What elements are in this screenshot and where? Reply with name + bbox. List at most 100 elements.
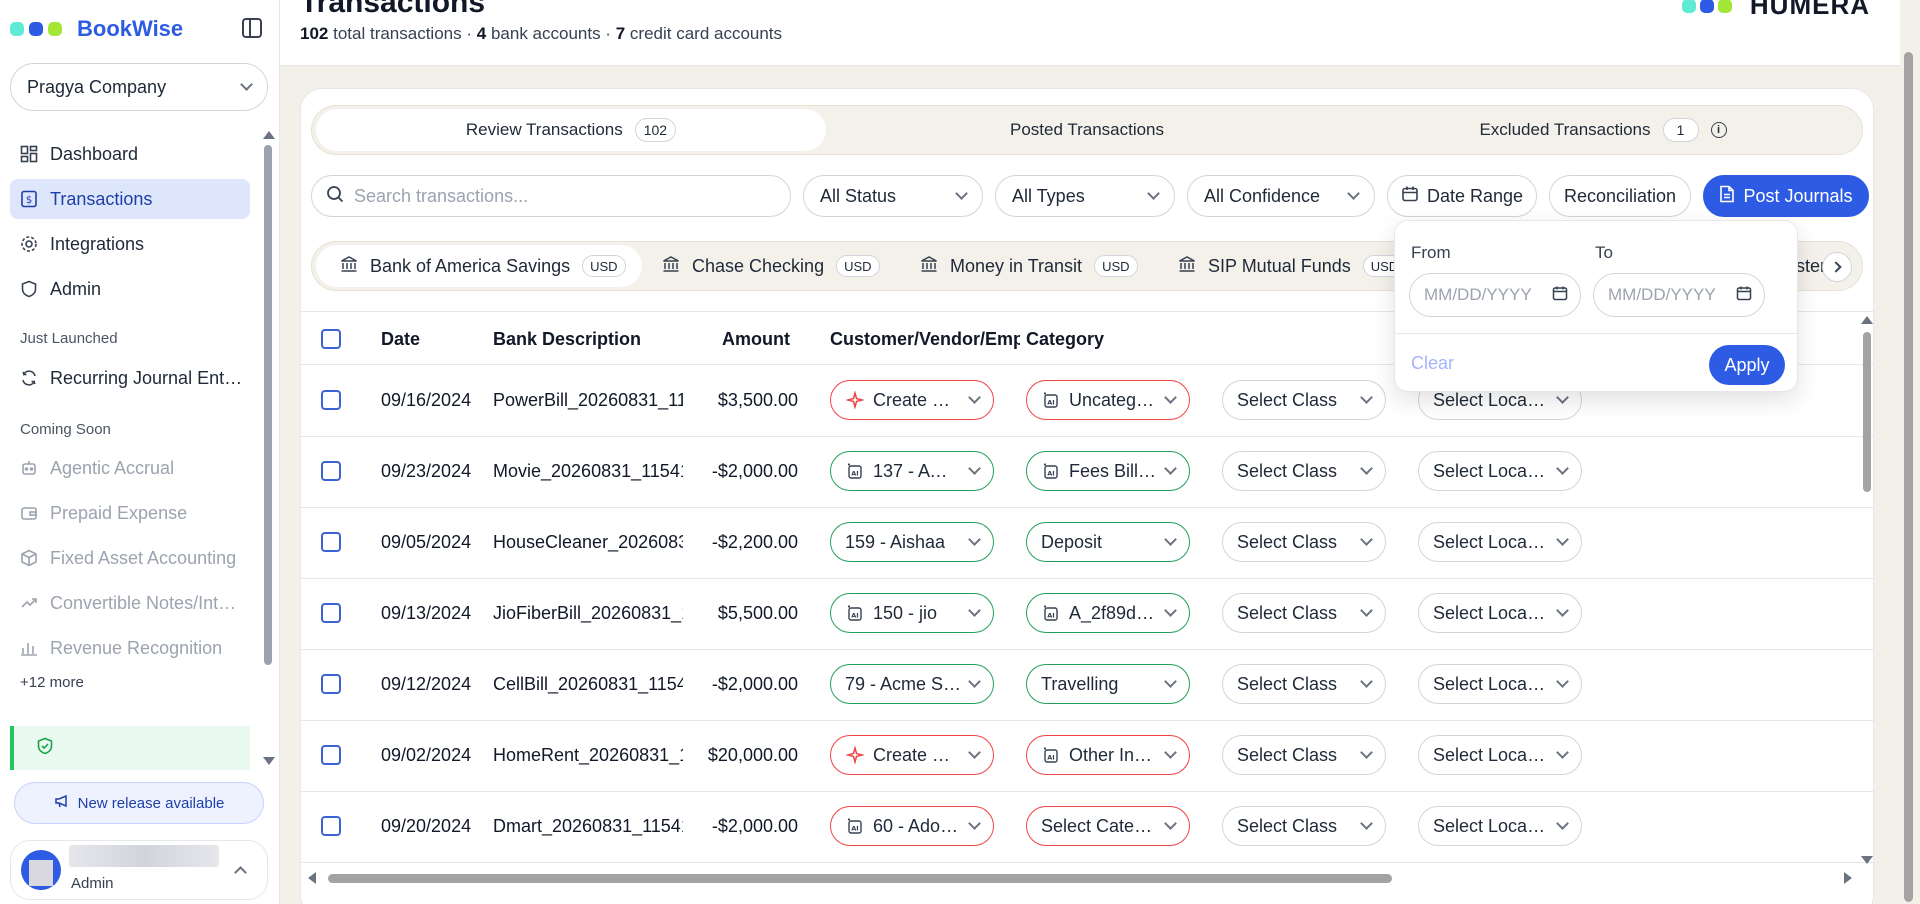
scroll-thumb[interactable] [1904,52,1913,902]
location-select[interactable]: Select Location [1418,593,1582,633]
sidebar-item-prepaid-expense[interactable]: Prepaid Expense [10,493,250,533]
customer-vendor-select[interactable]: AI 137 - AWS… [830,451,994,491]
select-all-checkbox[interactable] [321,329,341,349]
table-row[interactable]: 09/13/2024 JioFiberBill_20260831_11… $5,50… [301,579,1875,650]
location-select[interactable]: Select Location [1418,664,1582,704]
calendar-icon[interactable] [1736,285,1752,306]
bank-tab[interactable]: Chase Checking USD [638,245,896,287]
class-select[interactable]: Select Class [1222,664,1386,704]
scroll-down-arrow[interactable] [1861,856,1873,864]
row-checkbox[interactable] [321,390,341,410]
category-select[interactable]: AI A_2f89d T… [1026,593,1190,633]
scroll-right-button[interactable] [1822,252,1852,282]
sidebar-item-dashboard[interactable]: Dashboard [10,134,250,174]
class-select[interactable]: Select Class [1222,380,1386,420]
more-link[interactable]: +12 more [20,674,84,691]
location-select[interactable]: Select Location [1418,522,1582,562]
bank-tab[interactable]: SIP Mutual Funds USD [1154,245,1422,287]
scroll-left-arrow[interactable] [308,872,316,884]
category-select[interactable]: AI Other Inco… [1026,735,1190,775]
bank-tab[interactable]: Bank of America Savings USD [316,245,642,287]
sidebar-item-recurring-journal[interactable]: Recurring Journal Ent… [10,358,250,398]
type-filter[interactable]: All Types [995,175,1175,217]
class-select[interactable]: Select Class [1222,522,1386,562]
from-date-input[interactable] [1424,285,1544,305]
status-filter[interactable]: All Status [803,175,983,217]
info-icon[interactable]: i [1710,122,1727,138]
search-box[interactable] [311,175,791,217]
scroll-thumb[interactable] [328,874,1392,883]
calendar-icon[interactable] [1552,285,1568,306]
tab-posted[interactable]: Posted Transactions [832,109,1342,151]
column-header-category[interactable]: Category [1026,329,1104,350]
column-header-cve[interactable]: Customer/Vendor/Empl [830,329,1020,350]
company-selector[interactable]: Pragya Company [10,63,268,111]
scroll-up-arrow[interactable] [263,131,275,139]
table-row[interactable]: 09/23/2024 Movie_20260831_115416 -$2,000.0… [301,437,1875,508]
location-select[interactable]: Select Location [1418,806,1582,846]
search-input[interactable] [354,185,754,207]
table-row[interactable]: 09/02/2024 HomeRent_20260831_11… $20,000.0… [301,721,1875,792]
column-header-amount[interactable]: Amount [722,329,790,350]
apply-button[interactable]: Apply [1709,345,1785,385]
category-select[interactable]: AI Uncategori… [1026,380,1190,420]
location-select[interactable]: Select Location [1418,451,1582,491]
category-select[interactable]: Travelling [1026,664,1190,704]
row-checkbox[interactable] [321,461,341,481]
row-checkbox[interactable] [321,745,341,765]
customer-vendor-select[interactable]: Create Ho… [830,735,994,775]
customer-vendor-select[interactable]: 79 - Acme Sup… [830,664,994,704]
row-checkbox[interactable] [321,674,341,694]
scroll-down-arrow[interactable] [263,757,275,765]
scroll-right-arrow[interactable] [1844,872,1852,884]
new-release-button[interactable]: New release available [14,782,264,824]
reconciliation-button[interactable]: Reconciliation [1549,175,1691,217]
location-select[interactable]: Select Location [1418,735,1582,775]
sidebar-item-agentic-accrual[interactable]: Agentic Accrual [10,448,250,488]
class-select[interactable]: Select Class [1222,806,1386,846]
table-vertical-scrollbar[interactable] [1861,316,1873,864]
category-select[interactable]: AI Fees Billed [1026,451,1190,491]
customer-vendor-select[interactable]: AI 150 - jio [830,593,994,633]
to-date-field[interactable] [1593,273,1765,317]
user-menu[interactable]: Admin [10,840,268,900]
sidebar-item-revenue-recognition[interactable]: Revenue Recognition [10,628,250,668]
table-row[interactable]: 09/12/2024 CellBill_20260831_115416 -$2,00… [301,650,1875,721]
category-select[interactable]: Select Category [1026,806,1190,846]
class-select[interactable]: Select Class [1222,593,1386,633]
column-header-date[interactable]: Date [381,329,420,350]
clear-button[interactable]: Clear [1411,353,1454,374]
customer-vendor-select[interactable]: Create Po… [830,380,994,420]
class-select[interactable]: Select Class [1222,451,1386,491]
row-checkbox[interactable] [321,603,341,623]
tab-excluded[interactable]: Excluded Transactions 1 i [1348,109,1858,151]
scroll-thumb[interactable] [1863,332,1871,492]
sidebar-item-transactions[interactable]: $ Transactions [10,179,250,219]
brand-logo[interactable]: BookWise [10,14,183,44]
sidebar-item-fixed-asset[interactable]: Fixed Asset Accounting [10,538,250,578]
sidebar-scrollbar[interactable] [264,145,272,665]
sidebar-item-admin[interactable]: Admin [10,269,250,309]
post-journals-button[interactable]: Post Journals [1703,175,1869,217]
sidebar-toggle-icon[interactable] [242,18,262,38]
sidebar-item-convertible-notes[interactable]: Convertible Notes/Int… [10,583,250,623]
customer-vendor-select[interactable]: AI 60 - Adobe… [830,806,994,846]
scroll-up-arrow[interactable] [1861,316,1873,324]
class-select[interactable]: Select Class [1222,735,1386,775]
column-header-description[interactable]: Bank Description [493,329,641,350]
page-scrollbar[interactable] [1902,52,1914,902]
date-range-button[interactable]: Date Range [1387,175,1537,217]
table-row[interactable]: 09/20/2024 Dmart_20260831_115416 -$2,000.0… [301,792,1875,863]
customer-vendor-select[interactable]: 159 - Aishaa [830,522,994,562]
category-select[interactable]: Deposit [1026,522,1190,562]
to-date-input[interactable] [1608,285,1728,305]
bank-tab[interactable]: Money in Transit USD [896,245,1154,287]
table-horizontal-scrollbar[interactable] [304,870,1864,886]
row-checkbox[interactable] [321,532,341,552]
sidebar-item-integrations[interactable]: Integrations [10,224,250,264]
tab-review[interactable]: Review Transactions 102 [316,109,826,151]
row-checkbox[interactable] [321,816,341,836]
from-date-field[interactable] [1409,273,1581,317]
confidence-filter[interactable]: All Confidence [1187,175,1375,217]
table-row[interactable]: 09/05/2024 HouseCleaner_20260831… -$2,200.… [301,508,1875,579]
